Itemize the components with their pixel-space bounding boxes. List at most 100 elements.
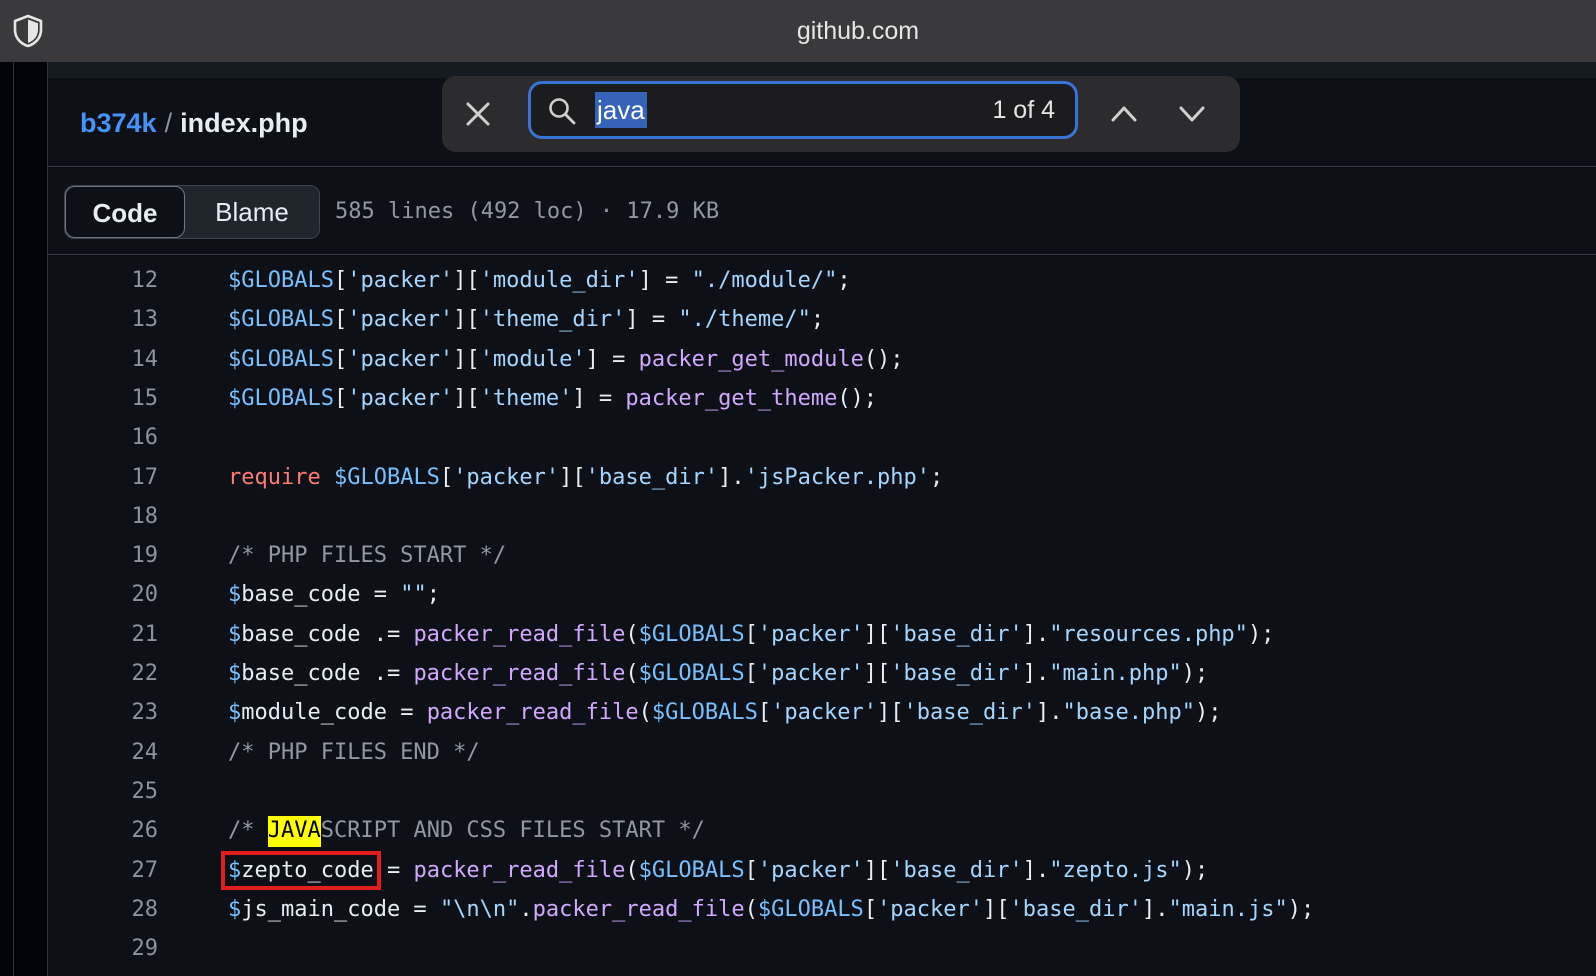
chevron-up-icon[interactable] bbox=[1106, 96, 1142, 132]
code-token: 'base_dir' bbox=[890, 857, 1023, 883]
code-token: 'jsPacker.php' bbox=[744, 464, 931, 490]
code-line: 22 $base_code .= packer_read_file($GLOBAL… bbox=[48, 654, 1596, 693]
code-token: packer_read_file bbox=[413, 661, 626, 686]
code-token: $GLOBALS bbox=[228, 307, 334, 333]
line-number[interactable]: 25 bbox=[48, 779, 159, 804]
chevron-down-icon[interactable] bbox=[1174, 96, 1210, 132]
code-token: ]. bbox=[718, 464, 745, 490]
code-token: 'packer' bbox=[347, 307, 454, 333]
code-token: ][ bbox=[453, 385, 480, 411]
line-number[interactable]: 21 bbox=[48, 622, 159, 647]
code-token: ( bbox=[625, 621, 639, 647]
code-token: $GLOBALS bbox=[638, 621, 745, 647]
code-token: $ bbox=[228, 621, 242, 647]
line-number[interactable]: 16 bbox=[48, 425, 159, 450]
close-icon[interactable] bbox=[460, 96, 496, 132]
line-number[interactable]: 29 bbox=[48, 936, 159, 961]
line-number[interactable]: 24 bbox=[48, 740, 159, 765]
line-number[interactable]: 18 bbox=[48, 504, 159, 529]
code-line: 21 $base_code .= packer_read_file($GLOBAL… bbox=[48, 615, 1596, 654]
code-token: packer_get_theme bbox=[625, 385, 838, 411]
line-source: $base_code = ""; bbox=[228, 582, 440, 607]
code-token: packer_read_file bbox=[426, 700, 639, 726]
code-line: 24 /* PHP FILES END */ bbox=[48, 733, 1596, 772]
find-match-count: 1 of 4 bbox=[992, 96, 1055, 124]
code-token: = bbox=[373, 857, 414, 883]
code-token: ][ bbox=[453, 268, 480, 293]
line-source: $GLOBALS['packer']['theme'] = packer_get… bbox=[228, 386, 877, 411]
code-token: ][ bbox=[863, 661, 891, 686]
line-source: /* JAVASCRIPT AND CSS FILES START */ bbox=[228, 816, 705, 848]
line-number[interactable]: 14 bbox=[48, 347, 159, 372]
code-token: "./theme/" bbox=[678, 307, 811, 333]
code-token: . bbox=[519, 896, 533, 922]
breadcrumb-repo-link[interactable]: b374k bbox=[80, 108, 157, 138]
code-token: 'base_dir' bbox=[1009, 896, 1142, 922]
code-token: 'packer' bbox=[757, 857, 864, 883]
line-number[interactable]: 26 bbox=[48, 818, 159, 843]
code-token: $ bbox=[228, 857, 242, 883]
code-token: /* PHP FILES END */ bbox=[228, 739, 480, 765]
code-token: ( bbox=[625, 857, 639, 883]
code-token: require bbox=[228, 464, 321, 490]
breadcrumb-separator: / bbox=[164, 108, 173, 138]
code-line: 19 /* PHP FILES START */ bbox=[48, 536, 1596, 575]
line-source: $GLOBALS['packer']['module'] = packer_ge… bbox=[228, 347, 904, 372]
code-token: base_code .= bbox=[241, 661, 414, 686]
line-number[interactable]: 20 bbox=[48, 582, 159, 607]
line-number[interactable]: 15 bbox=[48, 386, 159, 411]
code-token: ]. bbox=[1022, 661, 1050, 686]
line-number[interactable]: 12 bbox=[48, 268, 159, 293]
browser-toolbar: github.com bbox=[0, 0, 1596, 63]
code-token: "./module/" bbox=[691, 268, 838, 293]
line-source: $base_code .= packer_read_file($GLOBALS[… bbox=[228, 661, 1208, 686]
address-bar-url[interactable]: github.com bbox=[0, 0, 1596, 62]
code-line: 12 $GLOBALS['packer']['module_dir'] = "./… bbox=[48, 261, 1596, 300]
code-token: ; bbox=[930, 464, 944, 490]
code-token: module_code = bbox=[241, 700, 427, 726]
code-token: 'packer' bbox=[757, 661, 864, 686]
code-line: 27 $zepto_code = packer_read_file($GLOBAL… bbox=[48, 850, 1596, 890]
tab-code[interactable]: Code bbox=[65, 186, 185, 238]
breadcrumb: b374k / index.php bbox=[80, 78, 308, 166]
code-token: 'packer' bbox=[347, 346, 454, 372]
line-number[interactable]: 22 bbox=[48, 661, 159, 686]
line-number[interactable]: 19 bbox=[48, 543, 159, 568]
code-token: [ bbox=[744, 621, 758, 647]
line-number[interactable]: 17 bbox=[48, 465, 159, 490]
code-line: 13 $GLOBALS['packer']['theme_dir'] = "./t… bbox=[48, 300, 1596, 339]
code-token: 'base_dir' bbox=[585, 464, 719, 490]
code-token: ][ bbox=[453, 307, 480, 333]
code-token: packer_read_file bbox=[413, 857, 626, 883]
line-source: $base_code .= packer_read_file($GLOBALS[… bbox=[228, 622, 1274, 647]
code-token: [ bbox=[744, 857, 758, 883]
code-token: ; bbox=[810, 307, 825, 333]
find-input[interactable]: java bbox=[595, 92, 647, 128]
code-token: ]. bbox=[1141, 896, 1169, 922]
code-token: "main.php" bbox=[1049, 661, 1182, 686]
tab-blame[interactable]: Blame bbox=[185, 186, 319, 238]
code-token: ); bbox=[1181, 661, 1209, 686]
line-source: $module_code = packer_read_file($GLOBALS… bbox=[228, 700, 1221, 725]
shield-icon[interactable] bbox=[10, 13, 46, 49]
line-number[interactable]: 23 bbox=[48, 700, 159, 725]
code-token: $GLOBALS bbox=[638, 857, 745, 883]
code-token: 'theme_dir' bbox=[479, 307, 626, 333]
code-token: $GLOBALS bbox=[228, 268, 334, 293]
code-token: ] = bbox=[585, 346, 639, 372]
find-field[interactable]: java 1 of 4 bbox=[528, 81, 1078, 139]
code-token: 'base_dir' bbox=[890, 661, 1023, 686]
code-token: "\n\n" bbox=[439, 896, 520, 922]
code-token: ][ bbox=[863, 857, 891, 883]
code-token: 'packer' bbox=[757, 621, 864, 647]
line-number[interactable]: 28 bbox=[48, 897, 159, 922]
line-number[interactable]: 13 bbox=[48, 307, 159, 332]
line-number[interactable]: 27 bbox=[48, 858, 159, 883]
line-source: /* PHP FILES END */ bbox=[228, 740, 480, 765]
line-source: $zepto_code = packer_read_file($GLOBALS[… bbox=[221, 850, 1208, 890]
code-token: 'packer' bbox=[453, 464, 560, 490]
annotation-highlight-box: $zepto_code bbox=[221, 850, 381, 890]
code-line: 15 $GLOBALS['packer']['theme'] = packer_g… bbox=[48, 379, 1596, 418]
code-token: 'base_dir' bbox=[903, 700, 1036, 726]
